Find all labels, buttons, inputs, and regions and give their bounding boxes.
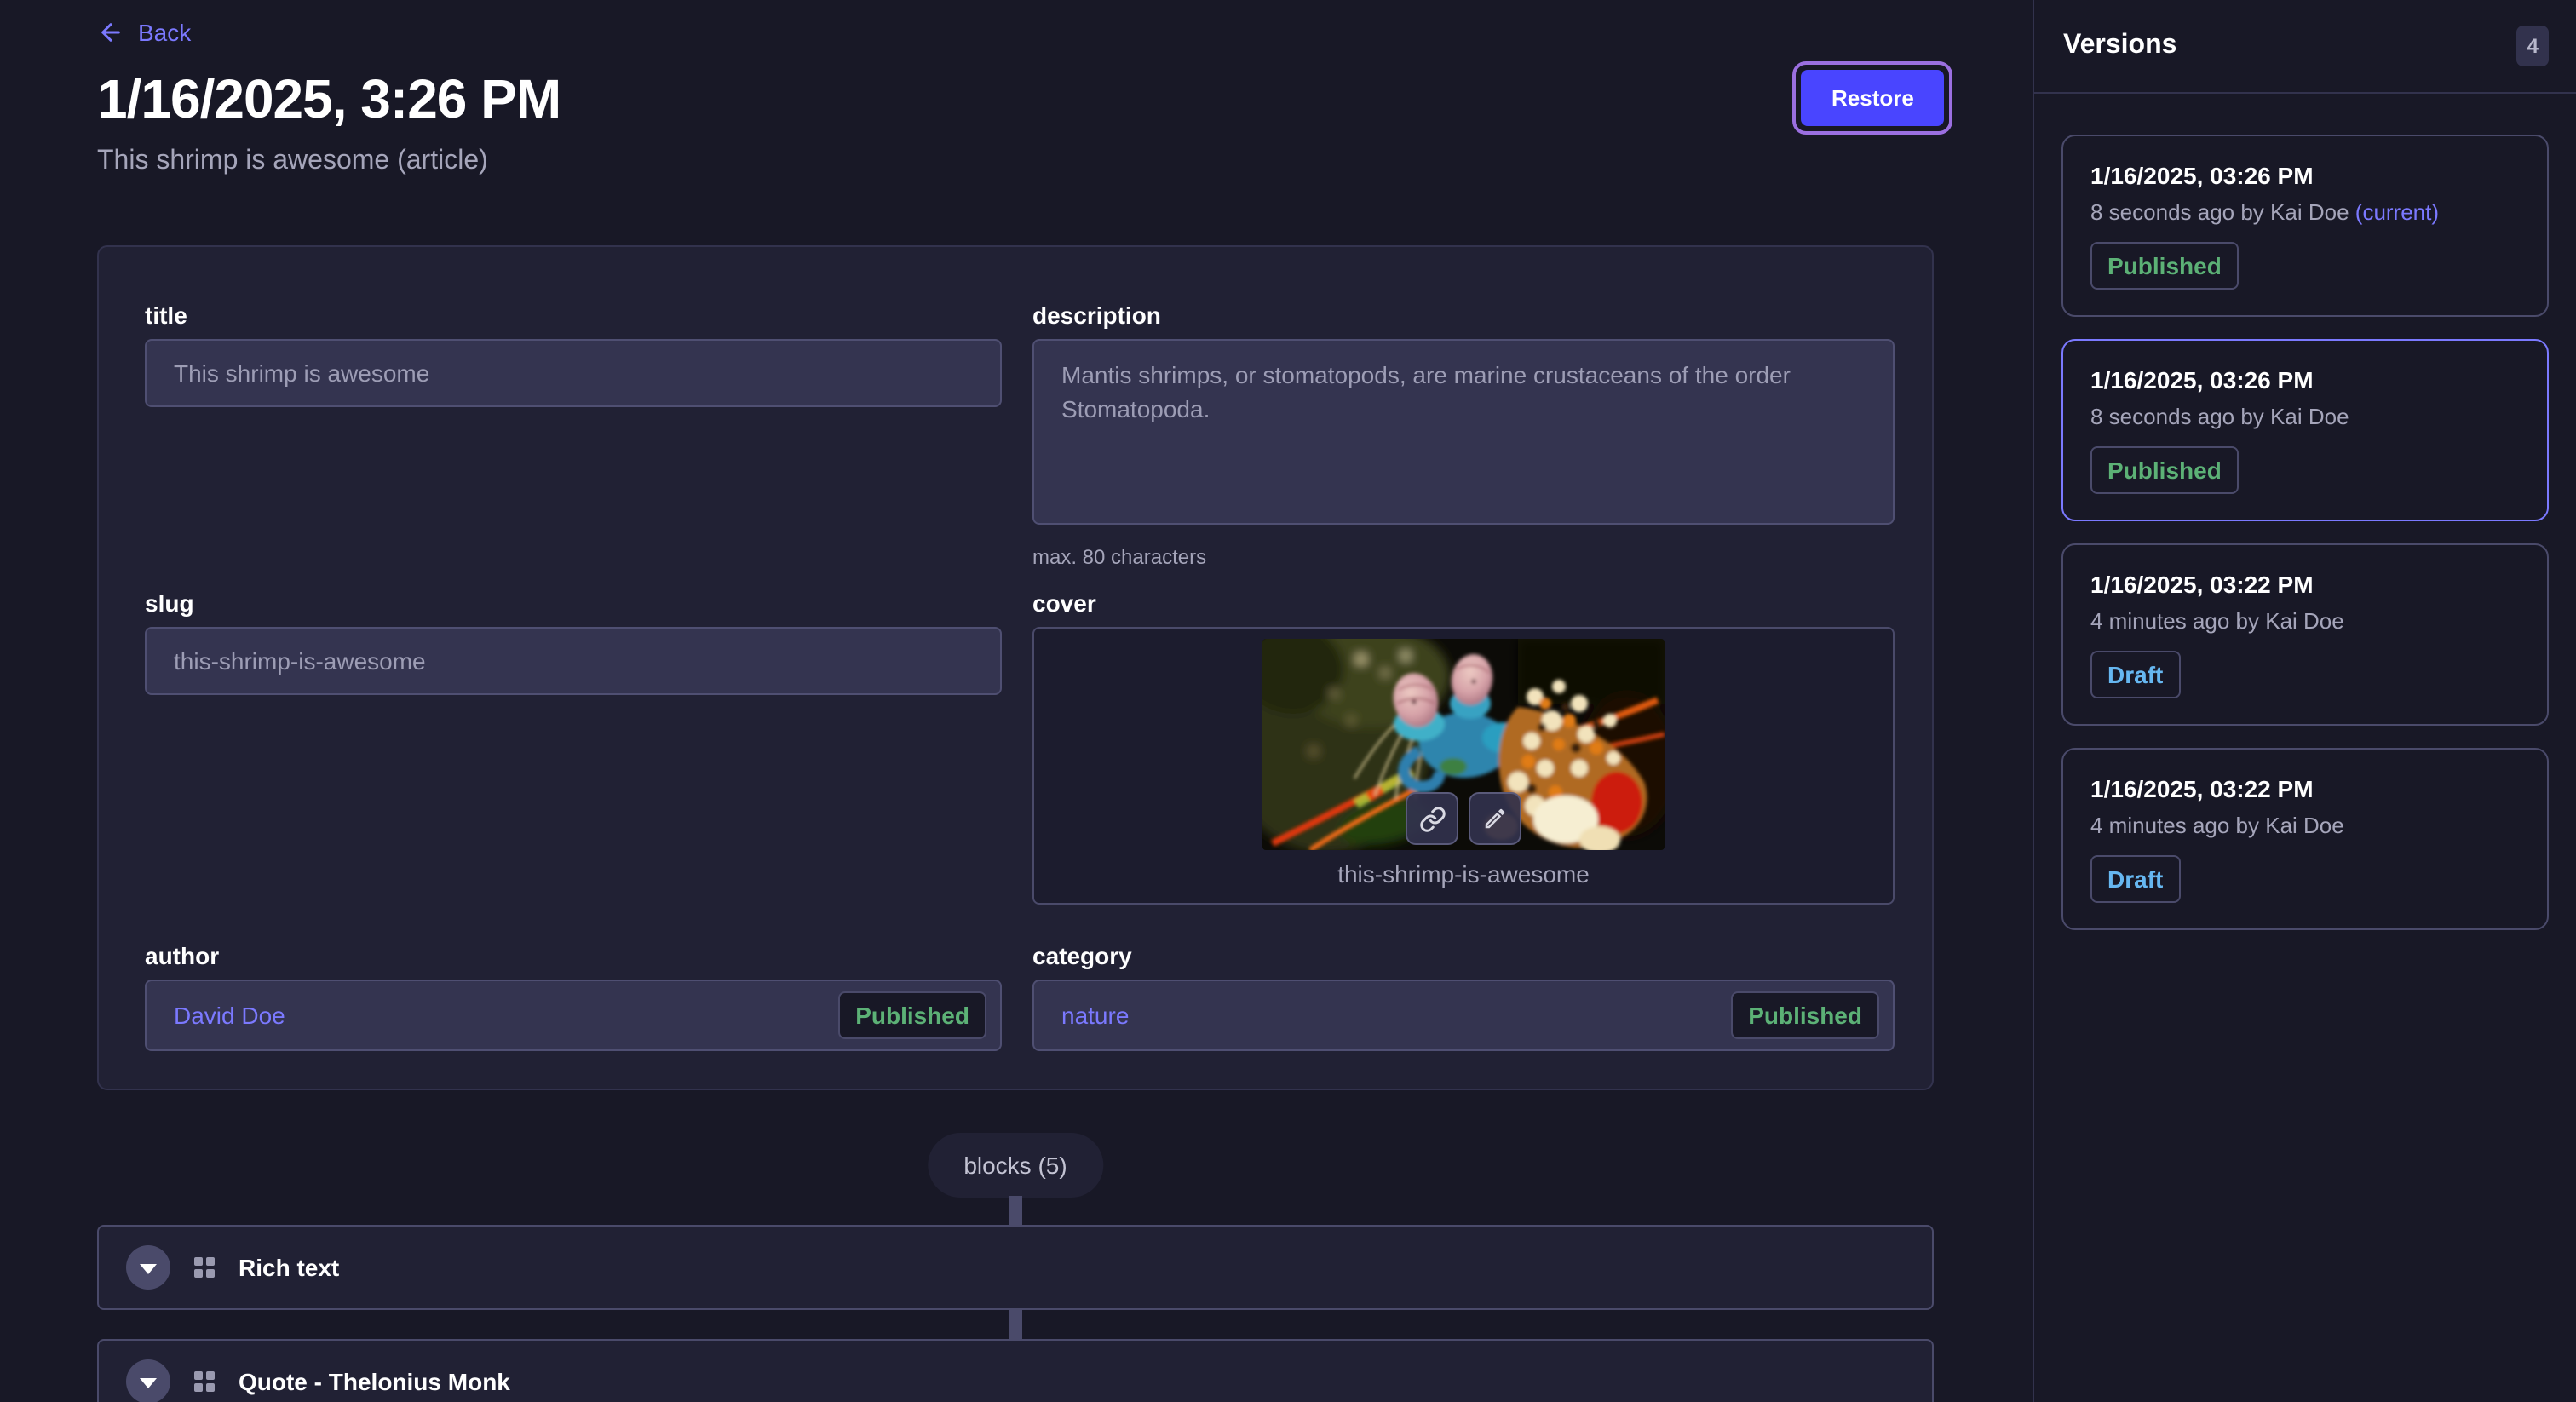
version-status-badge: Published [2090,242,2239,290]
blocks-zone-pill: blocks (5) [928,1133,1102,1198]
versions-count-badge: 4 [2517,26,2549,66]
block-toggle-button[interactable] [126,1359,170,1402]
version-current-tag: (current) [2355,199,2439,225]
version-date: 1/16/2025, 03:22 PM [2090,775,2520,802]
caret-down-icon [140,1377,157,1388]
version-byline-text: 8 seconds ago by Kai Doe [2090,199,2355,225]
block-row-rich-text[interactable]: Rich text [97,1225,1934,1310]
author-label: author [145,942,1002,969]
back-link[interactable]: Back [97,19,191,46]
back-arrow-icon [97,19,124,46]
author-relation-box: David Doe Published [145,980,1002,1051]
drag-grid-icon [194,1257,215,1278]
version-date: 1/16/2025, 03:22 PM [2090,571,2520,598]
versions-list: 1/16/2025, 03:26 PM 8 seconds ago by Kai… [2034,94,2576,930]
title-input[interactable] [145,339,1002,407]
block-toggle-button[interactable] [126,1245,170,1290]
version-byline: 4 minutes ago by Kai Doe [2090,813,2520,838]
version-date: 1/16/2025, 03:26 PM [2090,366,2520,394]
versions-panel: Versions 4 1/16/2025, 03:26 PM 8 seconds… [2033,0,2576,1402]
pencil-icon [1482,806,1508,831]
version-card-2-selected[interactable]: 1/16/2025, 03:26 PM 8 seconds ago by Kai… [2061,339,2549,521]
block-row-quote[interactable]: Quote - Thelonius Monk [97,1339,1934,1402]
field-slug: slug [145,589,1002,905]
description-label: description [1032,302,1895,329]
versions-panel-title: Versions [2063,31,2176,61]
cover-asset-box: this-shrimp-is-awesome [1032,627,1895,905]
block-label: Quote - Thelonius Monk [239,1368,510,1395]
title-label: title [145,302,1002,329]
field-description: description Mantis shrimps, or stomatopo… [1032,302,1895,569]
version-card-1[interactable]: 1/16/2025, 03:26 PM 8 seconds ago by Kai… [2061,135,2549,317]
field-title: title [145,302,1002,569]
link-icon [1418,805,1446,832]
category-status-badge: Published [1731,991,1879,1039]
restore-button[interactable]: Restore [1801,70,1945,126]
back-label: Back [138,19,191,46]
version-fields-card: title description Mantis shrimps, or sto… [97,245,1934,1090]
field-cover: cover [1032,589,1895,905]
drag-grid-icon [194,1371,215,1392]
version-byline: 4 minutes ago by Kai Doe [2090,608,2520,634]
blocks-connector-line-2 [1009,1308,1022,1341]
version-byline: 8 seconds ago by Kai Doe (current) [2090,199,2520,225]
restore-button-focus-ring: Restore [1792,61,1953,135]
version-card-3[interactable]: 1/16/2025, 03:22 PM 4 minutes ago by Kai… [2061,543,2549,726]
version-history-page: Back 1/16/2025, 3:26 PM This shrimp is a… [0,0,2576,1402]
cover-image [1262,639,1665,850]
description-hint: max. 80 characters [1032,545,1895,569]
slug-label: slug [145,589,1002,617]
version-status-badge: Published [2090,446,2239,494]
cover-filename: this-shrimp-is-awesome [1034,860,1893,888]
cover-actions [1406,792,1521,845]
page-title: 1/16/2025, 3:26 PM [97,68,561,131]
slug-input[interactable] [145,627,1002,695]
block-label: Rich text [239,1254,339,1281]
field-category: category nature Published [1032,942,1895,1051]
versions-panel-header: Versions 4 [2034,0,2576,94]
category-relation-link[interactable]: nature [1061,1002,1129,1029]
cover-label: cover [1032,589,1895,617]
version-status-badge: Draft [2090,651,2180,698]
page-subtitle: This shrimp is awesome (article) [97,147,488,177]
cover-copy-link-button[interactable] [1406,792,1458,845]
category-relation-box: nature Published [1032,980,1895,1051]
author-status-badge: Published [838,991,986,1039]
category-label: category [1032,942,1895,969]
cover-edit-button[interactable] [1469,792,1521,845]
description-textarea[interactable]: Mantis shrimps, or stomatopods, are mari… [1032,339,1895,525]
caret-down-icon [140,1263,157,1273]
version-status-badge: Draft [2090,855,2180,903]
author-relation-link[interactable]: David Doe [174,1002,285,1029]
version-card-4[interactable]: 1/16/2025, 03:22 PM 4 minutes ago by Kai… [2061,748,2549,930]
version-date: 1/16/2025, 03:26 PM [2090,162,2520,189]
field-author: author David Doe Published [145,942,1002,1051]
version-byline: 8 seconds ago by Kai Doe [2090,404,2520,429]
blocks-connector-line [1009,1196,1022,1227]
